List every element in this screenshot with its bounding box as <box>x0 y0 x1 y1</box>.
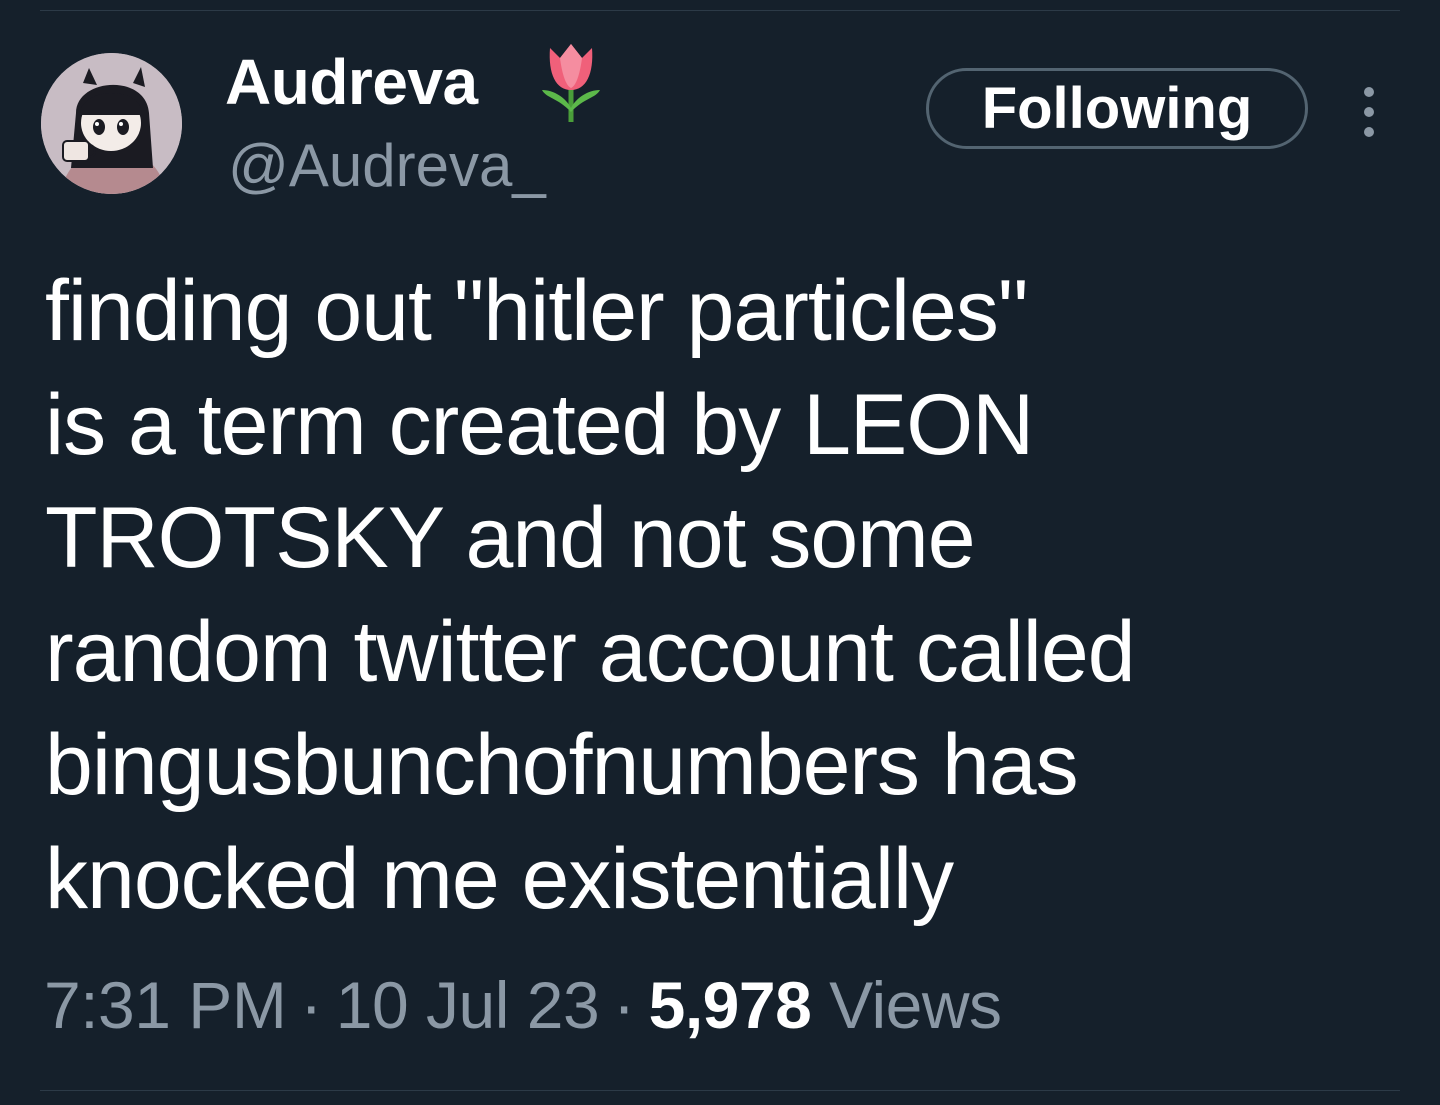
tweet-text: finding out "hitler particles" is a term… <box>45 263 1136 927</box>
following-button[interactable]: Following <box>926 68 1308 149</box>
tweet-time[interactable]: 7:31 PM <box>44 968 287 1042</box>
avatar[interactable] <box>41 53 182 194</box>
more-vertical-icon[interactable] <box>1356 84 1382 140</box>
bottom-divider <box>40 1090 1400 1091</box>
author-display-name[interactable]: Audreva <box>225 44 478 120</box>
views-count[interactable]: 5,978 <box>649 968 812 1042</box>
author-handle[interactable]: @Audreva_ <box>228 130 546 202</box>
top-divider <box>40 10 1400 11</box>
tulip-emoji-icon <box>542 44 600 122</box>
separator-dot: · <box>613 968 635 1042</box>
views-label[interactable]: Views <box>829 968 1002 1042</box>
separator-dot: · <box>300 968 322 1042</box>
tweet-metadata: 7:31 PM · 10 Jul 23 · 5,978 Views <box>44 965 1002 1045</box>
tweet-date[interactable]: 10 Jul 23 <box>336 968 600 1042</box>
avatar-image <box>41 53 182 194</box>
